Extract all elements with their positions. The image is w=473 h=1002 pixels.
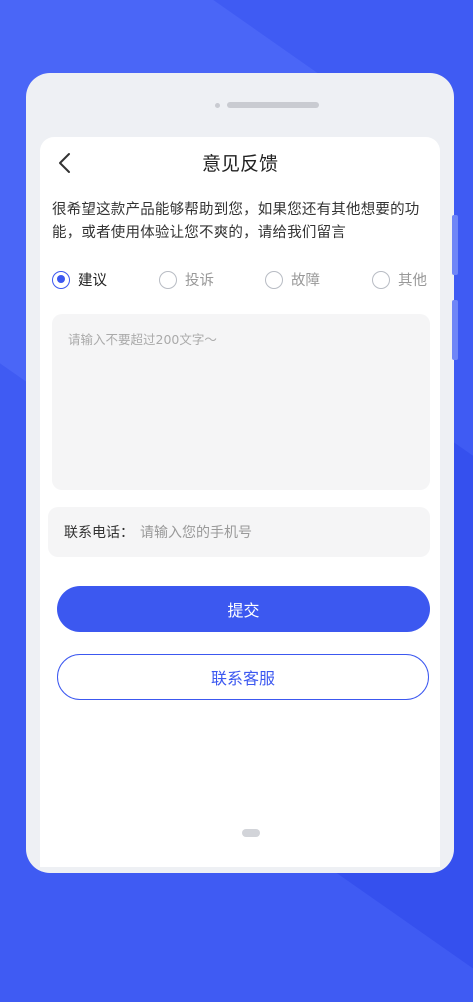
radio-unchecked-icon [265, 270, 283, 289]
page-title: 意见反馈 [201, 153, 278, 175]
phone-side-button [452, 215, 458, 275]
feedback-content-placeholder: 请输入不要超过200文字～ [68, 332, 217, 347]
radio-unchecked-icon [159, 270, 177, 289]
contact-phone-label: 联系电话： [64, 525, 134, 541]
feedback-type-fault[interactable]: 故障 [265, 269, 320, 290]
radio-checked-icon [52, 270, 70, 289]
contact-phone-field[interactable]: 联系电话： 请输入您的手机号 [48, 507, 430, 557]
camera-dot [215, 102, 220, 108]
feedback-type-other[interactable]: 其他 [372, 269, 427, 290]
contact-phone-input[interactable]: 请输入您的手机号 [140, 522, 252, 542]
radio-label: 其他 [398, 273, 427, 289]
home-indicator [242, 829, 260, 837]
phone-top-bar [215, 102, 319, 108]
radio-label: 故障 [291, 273, 320, 289]
contact-service-button[interactable]: 联系客服 [57, 654, 429, 700]
submit-button[interactable]: 提交 [57, 586, 430, 632]
feedback-content-input[interactable]: 请输入不要超过200文字～ [52, 314, 430, 490]
feedback-type-suggestion[interactable]: 建议 [52, 269, 107, 290]
radio-label: 建议 [78, 273, 107, 289]
radio-label: 投诉 [185, 273, 214, 289]
speaker-grille [227, 102, 319, 108]
feedback-type-group: 建议 投诉 故障 其他 [52, 269, 432, 295]
feedback-type-complaint[interactable]: 投诉 [159, 269, 214, 290]
radio-unchecked-icon [372, 270, 390, 289]
phone-side-button [452, 300, 458, 360]
app-screen: 意见反馈 很希望这款产品能够帮助到您，如果您还有其他想要的功能，或者使用体验让您… [40, 137, 440, 867]
feedback-description: 很希望这款产品能够帮助到您，如果您还有其他想要的功能，或者使用体验让您不爽的，请… [52, 202, 420, 241]
